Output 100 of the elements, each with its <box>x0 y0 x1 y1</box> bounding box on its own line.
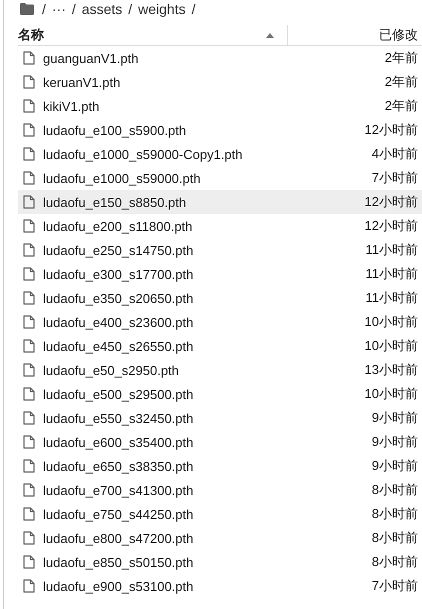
file-row[interactable]: ludaofu_e550_s32450.pth 9小时前 <box>18 406 422 430</box>
file-icon <box>23 459 35 473</box>
modified-time: 7小时前 <box>372 169 418 187</box>
file-row[interactable]: ludaofu_e450_s26550.pth 10小时前 <box>18 334 422 358</box>
modified-time: 8小时前 <box>372 505 418 523</box>
path-separator: / <box>42 0 46 16</box>
file-name: ludaofu_e1000_s59000.pth <box>43 170 202 186</box>
file-icon <box>23 291 35 305</box>
modified-time: 10小时前 <box>364 313 418 331</box>
modified-time: 8小时前 <box>372 529 418 547</box>
modified-time: 12小时前 <box>364 121 418 139</box>
file-name: ludaofu_e400_s23600.pth <box>43 314 194 330</box>
file-name: kikiV1.pth <box>43 98 100 114</box>
modified-time: 2年前 <box>384 97 418 115</box>
file-row[interactable]: ludaofu_e900_s53100.pth 7小时前 <box>18 574 422 598</box>
file-name: ludaofu_e450_s26550.pth <box>43 338 194 354</box>
modified-time: 9小时前 <box>372 409 418 427</box>
file-name: ludaofu_e250_s14750.pth <box>43 242 194 258</box>
file-row[interactable]: ludaofu_e50_s2950.pth 13小时前 <box>18 358 422 382</box>
file-name: ludaofu_e850_s50150.pth <box>43 554 194 570</box>
file-row[interactable]: ludaofu_e250_s14750.pth 11小时前 <box>18 238 422 262</box>
file-row[interactable]: ludaofu_e850_s50150.pth 8小时前 <box>18 550 422 574</box>
modified-time: 2年前 <box>384 73 418 91</box>
file-name: guanguanV1.pth <box>43 50 140 66</box>
file-icon <box>23 411 35 425</box>
file-row[interactable]: ludaofu_e100_s5900.pth 12小时前 <box>18 118 422 142</box>
file-name: ludaofu_e600_s35400.pth <box>43 434 194 450</box>
file-row[interactable]: ludaofu_e1000_s59000-Copy1.pth 4小时前 <box>18 142 422 166</box>
modified-time: 9小时前 <box>372 457 418 475</box>
modified-time: 11小时前 <box>366 241 418 259</box>
file-icon <box>23 579 35 593</box>
file-row[interactable]: ludaofu_e200_s11800.pth 12小时前 <box>18 214 422 238</box>
breadcrumb-ellipsis[interactable]: ··· <box>52 0 66 16</box>
file-icon <box>23 555 35 569</box>
file-row[interactable]: ludaofu_e350_s20650.pth 11小时前 <box>18 286 422 310</box>
modified-column-header[interactable]: 已修改 <box>288 26 422 44</box>
file-name: ludaofu_e900_s53100.pth <box>43 578 194 594</box>
file-name: ludaofu_e650_s38350.pth <box>43 458 194 474</box>
file-name: ludaofu_e300_s17700.pth <box>43 266 194 282</box>
file-name: ludaofu_e800_s47200.pth <box>43 530 194 546</box>
file-icon <box>23 243 35 257</box>
file-icon <box>23 435 35 449</box>
file-name: ludaofu_e1000_s59000-Copy1.pth <box>43 146 244 162</box>
path-separator: / <box>72 0 76 16</box>
file-icon <box>23 123 35 137</box>
file-row[interactable]: ludaofu_e800_s47200.pth 8小时前 <box>18 526 422 550</box>
file-name: ludaofu_e700_s41300.pth <box>43 482 194 498</box>
file-row[interactable]: ludaofu_e300_s17700.pth 11小时前 <box>18 262 422 286</box>
file-icon <box>23 219 35 233</box>
file-icon <box>23 75 35 89</box>
modified-time: 10小时前 <box>364 385 418 403</box>
file-row[interactable]: guanguanV1.pth 2年前 <box>18 46 422 70</box>
file-row[interactable]: ludaofu_e400_s23600.pth 10小时前 <box>18 310 422 334</box>
file-name: ludaofu_e350_s20650.pth <box>43 290 194 306</box>
file-name: ludaofu_e50_s2950.pth <box>43 362 180 378</box>
modified-time: 8小时前 <box>372 553 418 571</box>
modified-time: 12小时前 <box>364 193 418 211</box>
file-icon <box>23 531 35 545</box>
file-row[interactable]: ludaofu_e500_s29500.pth 10小时前 <box>18 382 422 406</box>
breadcrumb-link[interactable]: assets <box>82 0 122 16</box>
folder-icon[interactable] <box>20 2 34 14</box>
file-icon <box>23 267 35 281</box>
modified-time: 2年前 <box>384 49 418 67</box>
file-icon <box>23 387 35 401</box>
file-name: ludaofu_e200_s11800.pth <box>43 218 194 234</box>
modified-time: 11小时前 <box>366 265 418 283</box>
file-name: ludaofu_e100_s5900.pth <box>43 122 188 138</box>
file-icon <box>23 339 35 353</box>
file-icon <box>23 483 35 497</box>
modified-time: 13小时前 <box>364 361 418 379</box>
file-icon <box>23 315 35 329</box>
file-name: ludaofu_e150_s8850.pth <box>43 194 188 210</box>
file-name: ludaofu_e500_s29500.pth <box>43 386 194 402</box>
path-separator: / <box>192 0 196 16</box>
path-separator: / <box>128 0 132 16</box>
file-row[interactable]: ludaofu_e750_s44250.pth 8小时前 <box>18 502 422 526</box>
name-column-header[interactable]: 名称 <box>18 25 288 45</box>
modified-time: 12小时前 <box>364 217 418 235</box>
file-row[interactable]: ludaofu_e1000_s59000.pth 7小时前 <box>18 166 422 190</box>
modified-time: 10小时前 <box>364 337 418 355</box>
file-row[interactable]: ludaofu_e150_s8850.pth 12小时前 <box>18 190 422 214</box>
modified-time: 8小时前 <box>372 481 418 499</box>
file-icon <box>23 507 35 521</box>
file-row[interactable]: kikiV1.pth 2年前 <box>18 94 422 118</box>
file-row[interactable]: ludaofu_e650_s38350.pth 9小时前 <box>18 454 422 478</box>
modified-time: 9小时前 <box>372 433 418 451</box>
file-name: ludaofu_e750_s44250.pth <box>43 506 194 522</box>
file-icon <box>23 147 35 161</box>
file-name: keruanV1.pth <box>43 74 122 90</box>
modified-time: 11小时前 <box>366 289 418 307</box>
file-row[interactable]: keruanV1.pth 2年前 <box>18 70 422 94</box>
file-row[interactable]: ludaofu_e700_s41300.pth 8小时前 <box>18 478 422 502</box>
modified-time: 7小时前 <box>372 577 418 595</box>
file-icon <box>23 51 35 65</box>
file-icon <box>23 195 35 209</box>
file-icon <box>23 363 35 377</box>
breadcrumb-link[interactable]: weights <box>138 0 186 16</box>
file-icon <box>23 99 35 113</box>
file-row[interactable]: ludaofu_e600_s35400.pth 9小时前 <box>18 430 422 454</box>
file-icon <box>23 171 35 185</box>
